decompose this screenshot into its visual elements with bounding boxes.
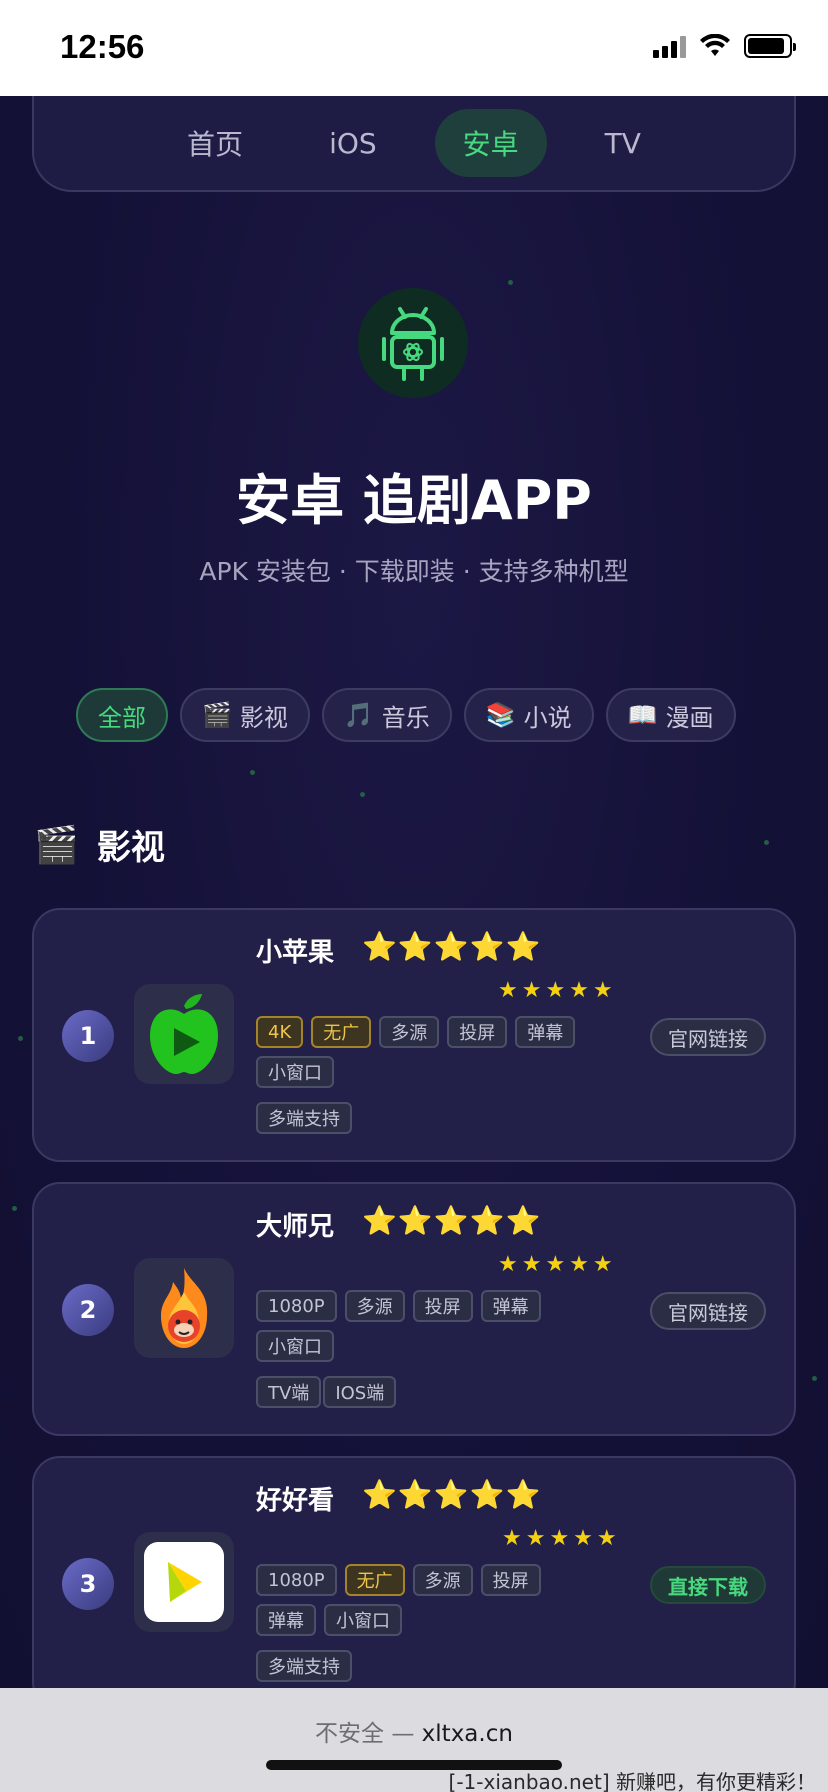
tag: 多源 <box>412 1564 473 1596</box>
open-book-icon: 📖 <box>627 701 658 729</box>
filter-comics[interactable]: 📖 漫画 <box>605 688 736 742</box>
category-filters: 全部 🎬 影视 🎵 音乐 📚 小说 📖 漫画 <box>76 688 736 742</box>
battery-icon <box>744 34 796 58</box>
nav-tab-ios[interactable]: iOS <box>301 113 405 174</box>
filter-music-label: 音乐 <box>381 703 430 732</box>
platform-tags: 多端支持 <box>256 1650 352 1682</box>
rating-stars: ⭐⭐⭐⭐⭐ <box>362 930 542 963</box>
app-name: 大师兄 <box>256 1212 335 1242</box>
top-nav: 首页 iOS 安卓 TV <box>32 96 796 192</box>
filter-novels[interactable]: 📚 小说 <box>463 688 594 742</box>
cellular-signal-icon <box>653 34 686 58</box>
tag: 无广 <box>344 1564 405 1596</box>
rating-stars-small: ★★★★★ <box>498 978 617 1003</box>
rank-badge: 2 <box>62 1284 114 1336</box>
status-bar: 12:56 <box>0 0 828 96</box>
rating-stars: ⭐⭐⭐⭐⭐ <box>362 1204 542 1237</box>
clapperboard-icon: 🎬 <box>34 824 79 866</box>
feature-tags: 1080P 多源 投屏 弹幕 小窗口 <box>256 1290 596 1362</box>
rating-stars-small: ★★★★★ <box>498 1252 617 1277</box>
app-card[interactable]: 2 大师兄 ⭐⭐⭐⭐⭐ ★★★★★ 1080P 多源 投屏 弹幕 小窗口 TV端… <box>32 1182 796 1436</box>
filter-movies[interactable]: 🎬 影视 <box>180 688 310 742</box>
tag: 多端支持 <box>256 1650 352 1682</box>
section-header: 🎬 影视 <box>34 820 165 869</box>
fire-monkey-icon <box>134 1258 234 1358</box>
app-name: 好好看 <box>256 1486 335 1516</box>
rating-stars: ⭐⭐⭐⭐⭐ <box>362 1478 542 1511</box>
yellow-play-icon <box>134 1532 234 1632</box>
tag: 弹幕 <box>515 1016 576 1048</box>
tag: 弹幕 <box>480 1290 541 1322</box>
insecure-label: 不安全 — <box>315 1721 415 1747</box>
tag: 多源 <box>344 1290 405 1322</box>
filter-all-label: 全部 <box>98 703 146 732</box>
page-subtitle: APK 安装包 · 下载即装 · 支持多种机型 <box>199 557 629 586</box>
official-link-button[interactable]: 官网链接 <box>650 1018 766 1056</box>
app-card[interactable]: 3 好好看 ⭐⭐⭐⭐⭐ ★★★★★ 1080P 无广 多源 投屏 弹幕 小窗口 … <box>32 1456 796 1688</box>
tag: 1080P <box>256 1290 337 1322</box>
feature-tags: 1080P 无广 多源 投屏 弹幕 小窗口 <box>256 1564 596 1636</box>
wifi-icon <box>700 34 730 56</box>
tag: TV端 <box>256 1376 322 1408</box>
browser-url-bar[interactable]: 不安全 — xltxa.cn [-1-xianbao.net] 新赚吧，有你更精… <box>0 1688 828 1792</box>
tag: 投屏 <box>480 1564 541 1596</box>
tag: 无广 <box>311 1016 372 1048</box>
status-time: 12:56 <box>60 28 145 65</box>
url-display[interactable]: 不安全 — xltxa.cn <box>0 1714 828 1748</box>
tag: 小窗口 <box>256 1330 334 1362</box>
books-icon: 📚 <box>485 701 516 729</box>
status-icons <box>653 34 796 58</box>
tag: 1080P <box>256 1564 337 1596</box>
clapperboard-icon: 🎬 <box>202 701 232 729</box>
platform-tags: TV端 IOS端 <box>256 1376 397 1408</box>
tag: 多源 <box>379 1016 440 1048</box>
page-content: 首页 iOS 安卓 TV 安卓 追剧APP APK 安装包 · 下载即装 · 支… <box>0 96 828 1688</box>
tag: 弹幕 <box>256 1604 316 1636</box>
tag: 4K <box>256 1016 304 1048</box>
section-title: 影视 <box>96 828 165 868</box>
android-icon <box>358 288 468 398</box>
tag: 多端支持 <box>256 1102 352 1134</box>
nav-tab-android[interactable]: 安卓 <box>434 109 547 177</box>
url-domain: xltxa.cn <box>421 1721 513 1747</box>
rank-badge: 1 <box>62 1010 114 1062</box>
official-link-button[interactable]: 官网链接 <box>650 1292 766 1330</box>
filter-all[interactable]: 全部 <box>76 688 168 742</box>
rating-stars-small: ★★★★★ <box>502 1526 621 1551</box>
music-note-icon: 🎵 <box>343 701 374 729</box>
tag: 投屏 <box>412 1290 473 1322</box>
rank-badge: 3 <box>62 1558 114 1610</box>
home-indicator[interactable] <box>266 1760 562 1770</box>
green-apple-play-icon <box>134 984 234 1084</box>
platform-tags: 多端支持 <box>256 1102 352 1134</box>
filter-novels-label: 小说 <box>523 703 572 732</box>
filter-music[interactable]: 🎵 音乐 <box>321 688 452 742</box>
filter-comics-label: 漫画 <box>665 703 714 732</box>
direct-download-button[interactable]: 直接下载 <box>650 1566 766 1604</box>
tag: 小窗口 <box>324 1604 402 1636</box>
feature-tags: 4K 无广 多源 投屏 弹幕 小窗口 <box>256 1016 596 1088</box>
app-name: 小苹果 <box>256 938 335 968</box>
tag: IOS端 <box>323 1376 397 1408</box>
tag: 投屏 <box>447 1016 508 1048</box>
nav-tab-tv[interactable]: TV <box>577 113 669 174</box>
nav-tab-home[interactable]: 首页 <box>159 109 271 177</box>
app-card[interactable]: 1 小苹果 ⭐⭐⭐⭐⭐ ★★★★★ 4K 无广 多源 投屏 弹幕 小窗口 多端支… <box>32 908 796 1162</box>
tag: 小窗口 <box>256 1056 334 1088</box>
filter-movies-label: 影视 <box>239 703 288 732</box>
page-title: 安卓 追剧APP <box>236 469 592 532</box>
